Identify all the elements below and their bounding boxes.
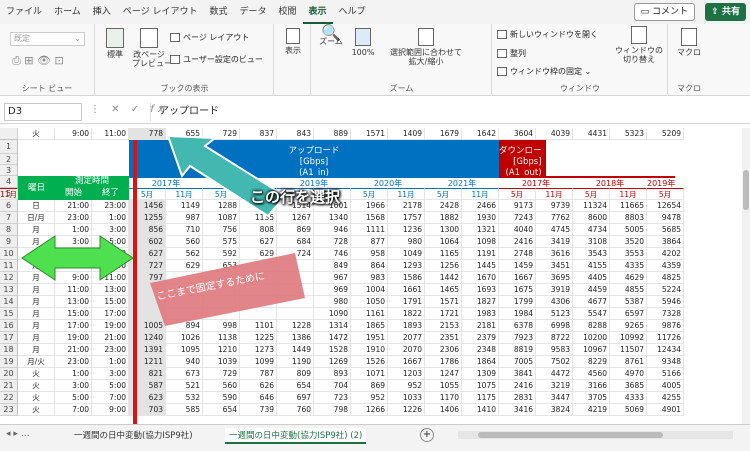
group-label: マクロ <box>677 84 701 93</box>
arrange-button[interactable]: 整列 <box>497 48 526 59</box>
menu-item[interactable]: データ <box>233 0 272 24</box>
show-icon <box>286 28 300 44</box>
chevron-down-icon: ⌄ <box>74 34 81 43</box>
show-group: 表示 <box>275 24 311 96</box>
sheet-view-group: 既定 ⌄ ⎙ ⊞ 👁 ⊡ シート ビュー <box>0 24 95 96</box>
zoom-button[interactable]: 🔍 ズーム <box>316 23 346 47</box>
add-sheet-icon[interactable]: + <box>420 428 434 442</box>
group-label: ブックの表示 <box>160 84 209 93</box>
comment-icon: ▭ <box>640 7 652 17</box>
page-layout-icon <box>170 33 180 42</box>
sheet-tab-2[interactable]: 一週間の日中変動(協力ISP9社) (2) <box>225 428 367 444</box>
share-icon: ⇪ <box>711 7 722 17</box>
menu-item[interactable]: 表示 <box>302 0 333 24</box>
menu-item[interactable]: 数式 <box>203 0 233 24</box>
sheet-view-icons[interactable]: ⎙ ⊞ 👁 ⊡ <box>12 54 64 68</box>
share-button[interactable]: ⇪ 共有 <box>705 3 746 21</box>
callout-select-row: この行を選択 <box>250 188 341 206</box>
zoom-group: 🔍 ズーム 100% 選択範囲に合わせて 拡大/縮小 ズーム <box>312 24 492 96</box>
macro-button[interactable]: マクロ <box>673 28 705 57</box>
book-view-group: 標準 改ページ プレビュー ページ レイアウト ユーザー設定のビュー ブックの表… <box>96 24 274 96</box>
zoom-100-button[interactable]: 100% <box>350 28 376 57</box>
menu-item[interactable]: ページ レイアウト <box>117 0 204 24</box>
show-button[interactable]: 表示 <box>279 28 307 55</box>
new-window-icon <box>497 30 507 39</box>
vertical-scrollbar[interactable] <box>742 128 750 424</box>
h-scroll-thumb[interactable] <box>478 432 663 438</box>
normal-view-button[interactable]: 標準 <box>102 28 128 59</box>
horizontal-scrollbar[interactable] <box>458 431 733 439</box>
annotation-overlay <box>21 134 305 326</box>
sheet-tab-1[interactable]: 一週間の日中変動(協力ISP9社) <box>70 428 197 444</box>
ribbon: 既定 ⌄ ⎙ ⊞ 👁 ⊡ シート ビュー 標準 改ページ プレビュー ページ レイ… <box>0 24 750 96</box>
group-label: ウィンドウ <box>560 84 600 93</box>
macro-icon <box>681 28 697 46</box>
group-label: シート ビュー <box>21 84 73 93</box>
menu-item[interactable]: ホーム <box>48 0 87 24</box>
window-group: 新しいウィンドウを開く 整列 ウィンドウ枠の固定 ⌄ ウィンドウの 切り替え ウ… <box>493 24 668 96</box>
freeze-panes-button[interactable]: ウィンドウ枠の固定 ⌄ <box>497 66 591 77</box>
switch-window-button[interactable]: ウィンドウの 切り替え <box>613 26 665 64</box>
spreadsheet-grid[interactable]: ABCDEFGHIJKLMNOPQR1234567891011121314151… <box>0 128 742 424</box>
zoom-selection-button[interactable]: 選択範囲に合わせて 拡大/縮小 <box>380 28 472 66</box>
sheet-tab-bar: ◂ ▸ … 一週間の日中変動(協力ISP9社) 一週間の日中変動(協力ISP9社… <box>0 424 750 451</box>
macro-group: マクロ マクロ <box>669 24 709 96</box>
menu-item[interactable]: ヘルプ <box>333 0 372 24</box>
zoom-100-icon <box>355 28 371 46</box>
page-layout-button[interactable]: ページ レイアウト <box>170 32 249 43</box>
name-box[interactable]: D3 <box>4 103 82 121</box>
sheet-view-select[interactable]: 既定 ⌄ <box>10 32 85 46</box>
comment-button[interactable]: ▭ コメント <box>633 3 695 21</box>
custom-view-button[interactable]: ユーザー設定のビュー <box>170 54 263 65</box>
freeze-icon <box>497 67 507 76</box>
switch-window-icon <box>631 26 647 44</box>
page-break-button[interactable]: 改ページ プレビュー <box>132 28 172 68</box>
normal-view-icon <box>106 28 124 48</box>
formula-input[interactable]: アップロード <box>150 103 746 121</box>
menu-item[interactable]: ファイル <box>0 0 48 24</box>
new-window-button[interactable]: 新しいウィンドウを開く <box>497 29 598 40</box>
magnifier-icon: 🔍 <box>321 23 341 42</box>
page-break-icon <box>140 28 158 48</box>
formula-bar: D3 ⋮ ✕ ✓ fx アップロード <box>0 100 750 124</box>
arrange-icon <box>497 49 507 58</box>
custom-view-icon <box>170 55 180 64</box>
menu-item[interactable]: 挿入 <box>87 0 117 24</box>
double-arrow-icon <box>21 235 134 281</box>
zoom-selection-icon <box>418 28 434 46</box>
scroll-thumb[interactable] <box>743 170 749 210</box>
tab-nav-arrows[interactable]: ◂ ▸ … <box>6 429 30 439</box>
group-label: ズーム <box>389 84 414 93</box>
menu-item[interactable]: 校閲 <box>272 0 302 24</box>
